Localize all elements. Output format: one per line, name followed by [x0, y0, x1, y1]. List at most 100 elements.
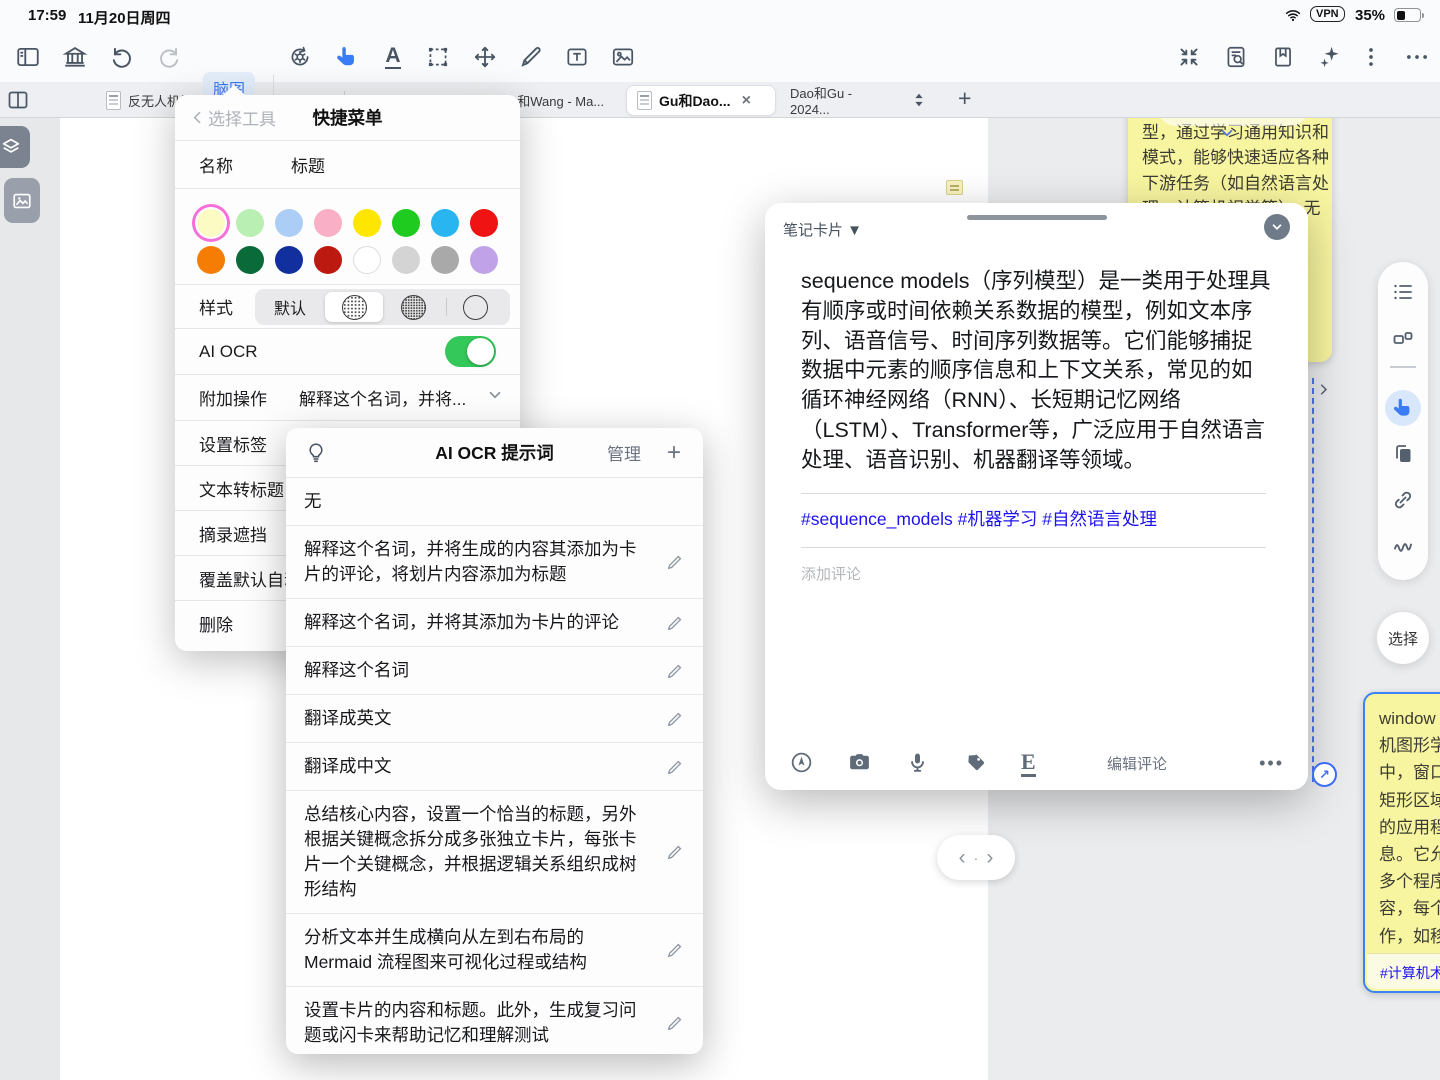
- chevron-right-icon[interactable]: [1316, 382, 1331, 402]
- close-tab-icon[interactable]: ×: [742, 92, 751, 110]
- color-swatch[interactable]: [314, 246, 342, 274]
- layers-panel-button[interactable]: [0, 126, 30, 168]
- bookmark-icon[interactable]: [1269, 43, 1297, 71]
- manage-prompts-button[interactable]: 管理: [607, 440, 641, 465]
- new-tab-icon[interactable]: +: [958, 85, 971, 112]
- color-swatch[interactable]: [353, 209, 381, 237]
- color-swatch[interactable]: [431, 209, 459, 237]
- color-swatch[interactable]: [314, 209, 342, 237]
- style-outline-option[interactable]: [463, 295, 488, 320]
- tab-gu-dao-doc-active[interactable]: Gu和Dao... ×: [626, 85, 776, 116]
- highlight-text-icon[interactable]: A: [379, 43, 407, 71]
- prompt-item-none[interactable]: 无: [286, 478, 703, 526]
- select-mode-button[interactable]: 选择: [1377, 612, 1429, 664]
- color-swatch[interactable]: [470, 246, 498, 274]
- note-tag[interactable]: #计算机术: [1380, 963, 1440, 983]
- edit-prompt-icon[interactable]: [665, 661, 685, 681]
- color-swatch[interactable]: [353, 246, 381, 274]
- add-prompt-icon[interactable]: +: [667, 439, 681, 467]
- tab-sort-icon[interactable]: [908, 89, 930, 111]
- style-dense-dotted-option[interactable]: [401, 295, 426, 320]
- note-card-popup[interactable]: 笔记卡片 ▼ sequence models（序列模型）是一类用于处理具有顺序或…: [765, 203, 1308, 790]
- prompt-item[interactable]: 翻译成中文: [286, 743, 703, 791]
- camera-icon[interactable]: [847, 750, 873, 776]
- card-more-icon[interactable]: •••: [1259, 753, 1284, 774]
- document-icon: [106, 91, 121, 110]
- color-swatch[interactable]: [275, 246, 303, 274]
- redo-icon[interactable]: [155, 43, 183, 71]
- link-icon[interactable]: [1391, 488, 1415, 512]
- sidebar-toggle-icon[interactable]: [14, 43, 42, 71]
- image-ocr-button[interactable]: [4, 178, 40, 223]
- chevron-down-icon[interactable]: [1218, 124, 1236, 147]
- edit-prompt-icon[interactable]: [665, 613, 685, 633]
- more-menu-icon[interactable]: [1403, 43, 1431, 71]
- prompt-item[interactable]: 翻译成英文: [286, 695, 703, 743]
- prompt-item[interactable]: 设置卡片的内容和标题。此外，生成复习问题或闪卡来帮助记忆和理解测试: [286, 987, 703, 1054]
- color-swatch[interactable]: [431, 246, 459, 274]
- collapse-card-icon[interactable]: [1264, 214, 1290, 240]
- document-search-icon[interactable]: [1222, 43, 1250, 71]
- note-card-tags[interactable]: #sequence_models #机器学习 #自然语言处理: [801, 506, 1157, 531]
- color-swatch[interactable]: [236, 209, 264, 237]
- tag-icon[interactable]: [963, 750, 989, 776]
- add-comment-placeholder[interactable]: 添加评论: [801, 563, 861, 584]
- outline-list-icon[interactable]: [1391, 280, 1415, 304]
- edit-prompt-icon[interactable]: [665, 709, 685, 729]
- extra-action-row[interactable]: 附加操作 解释这个名词，并将...: [175, 375, 520, 421]
- back-to-tool-select[interactable]: 选择工具: [189, 105, 276, 130]
- selection-rotate-handle[interactable]: ↗: [1312, 762, 1337, 787]
- pen-tool-icon[interactable]: [517, 43, 545, 71]
- prompt-item[interactable]: 解释这个名词，并将生成的内容其添加为卡片的评论，将划片内容添加为标题: [286, 526, 703, 599]
- ai-sparkles-icon[interactable]: [1316, 43, 1344, 71]
- color-swatch[interactable]: [470, 209, 498, 237]
- hand-select-tool-icon[interactable]: [1391, 396, 1415, 420]
- ai-ocr-toggle-on[interactable]: [445, 336, 496, 367]
- edit-prompt-icon[interactable]: [665, 842, 685, 862]
- sticky-note-window-term[interactable]: window 机图形学 中，窗口 矩形区域 的应用程 息。它允 多个程序 容，每…: [1363, 692, 1440, 993]
- next-page-icon[interactable]: ›: [986, 846, 993, 870]
- color-swatch[interactable]: [392, 246, 420, 274]
- prev-page-icon[interactable]: ‹: [959, 846, 966, 870]
- prompt-item[interactable]: 解释这个名词，并将其添加为卡片的评论: [286, 599, 703, 647]
- edit-prompt-icon[interactable]: [665, 757, 685, 777]
- move-tool-icon[interactable]: [471, 43, 499, 71]
- color-swatch[interactable]: [275, 209, 303, 237]
- draw-markup-icon[interactable]: [789, 750, 815, 776]
- edit-comment-button[interactable]: 编辑评论: [1107, 753, 1167, 774]
- library-icon[interactable]: [61, 43, 89, 71]
- edit-prompt-icon[interactable]: [665, 1013, 685, 1033]
- style-dotted-option-selected[interactable]: [325, 292, 383, 322]
- edit-prompt-icon[interactable]: [665, 940, 685, 960]
- edit-prompt-icon[interactable]: [665, 552, 685, 572]
- undo-icon[interactable]: [108, 43, 136, 71]
- drag-handle[interactable]: [967, 215, 1107, 220]
- collapse-fullscreen-icon[interactable]: [1175, 43, 1203, 71]
- style-default-option[interactable]: 默认: [255, 295, 325, 319]
- rich-editor-icon[interactable]: E: [1021, 750, 1047, 776]
- cards-layout-icon[interactable]: [1391, 326, 1415, 350]
- note-card-type-dropdown[interactable]: 笔记卡片 ▼: [783, 219, 862, 240]
- prompt-item[interactable]: 分析文本并生成横向从左到右布局的 Mermaid 流程图来可视化过程或结构: [286, 914, 703, 987]
- prompt-item[interactable]: 解释这个名词: [286, 647, 703, 695]
- prompt-item[interactable]: 总结核心内容，设置一个恰当的标题，另外根据关键概念拆分成多张独立卡片，每张卡片一…: [286, 791, 703, 914]
- name-row[interactable]: 名称 标题: [175, 141, 520, 189]
- scribble-icon[interactable]: [1391, 534, 1415, 558]
- rect-select-icon[interactable]: [424, 43, 452, 71]
- kebab-menu-icon[interactable]: [1357, 43, 1385, 71]
- microphone-icon[interactable]: [905, 750, 931, 776]
- inline-comment-marker-icon[interactable]: [946, 180, 963, 195]
- color-swatch[interactable]: [392, 209, 420, 237]
- split-view-icon[interactable]: [6, 88, 30, 112]
- color-swatch[interactable]: [197, 246, 225, 274]
- text-box-tool-icon[interactable]: [563, 43, 591, 71]
- tab-dao-gu-doc[interactable]: Dao和Gu - 2024...: [780, 82, 902, 118]
- note-card-body[interactable]: sequence models（序列模型）是一类用于处理具有顺序或时间依赖关系数…: [801, 267, 1271, 476]
- vpn-badge: VPN: [1310, 6, 1345, 22]
- color-swatch[interactable]: [236, 246, 264, 274]
- color-swatch-selected[interactable]: [197, 209, 225, 237]
- auto-sync-settings-icon[interactable]: [286, 43, 314, 71]
- hand-select-tool-icon[interactable]: [333, 43, 361, 71]
- image-tool-icon[interactable]: [609, 43, 637, 71]
- copy-excerpt-icon[interactable]: [1391, 442, 1415, 466]
